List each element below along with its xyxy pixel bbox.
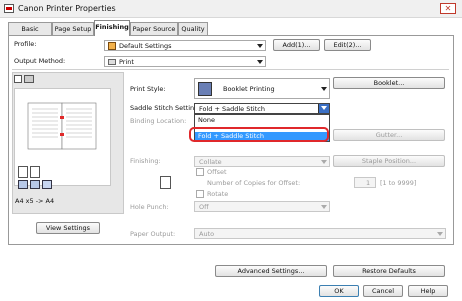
preview-caption: A4 x5 -> A4 [15, 197, 55, 205]
highlight-annotation [189, 127, 329, 142]
paper-output-value: Auto [199, 230, 215, 238]
chevron-down-icon [437, 232, 443, 236]
output-method-value: Print [119, 58, 134, 66]
booklet-icon [30, 180, 40, 189]
printer-icon [108, 59, 116, 65]
saddle-stitch-select[interactable]: Fold + Saddle Stitch [194, 103, 330, 114]
print-style-label: Print Style: [130, 85, 166, 93]
booklet-icon [18, 180, 28, 189]
hole-punch-value: Off [199, 203, 209, 211]
saddle-stitch-label: Saddle Stitch Setting: [130, 104, 201, 112]
advanced-settings-button[interactable]: Advanced Settings... [215, 265, 327, 277]
offset-icon [160, 176, 171, 189]
saddle-stitch-value: Fold + Saddle Stitch [199, 105, 265, 113]
staple-position-button[interactable]: Staple Position... [333, 155, 445, 167]
add-profile-button[interactable]: Add(1)... [273, 39, 320, 51]
output-method-label: Output Method: [14, 57, 66, 65]
chevron-down-icon [257, 60, 263, 64]
finishing-value: Collate [199, 158, 222, 166]
print-style-select[interactable]: Booklet Printing [194, 78, 330, 99]
profile-icon [108, 42, 116, 50]
restore-defaults-button[interactable]: Restore Defaults [333, 265, 445, 277]
offset-copies-label: Number of Copies for Offset: [207, 179, 301, 187]
view-settings-button[interactable]: View Settings [36, 222, 100, 234]
rotate-checkbox[interactable] [196, 190, 204, 198]
page-stack-icon [18, 166, 28, 178]
print-style-value: Booklet Printing [223, 85, 275, 93]
offset-copies-value: 1 [366, 179, 371, 187]
paper-output-label: Paper Output: [130, 230, 176, 238]
chevron-down-icon [257, 44, 263, 48]
gutter-button[interactable]: Gutter... [333, 129, 445, 141]
page-stack-icon [30, 166, 40, 178]
title-bar: Canon Printer Properties ✕ [0, 0, 462, 18]
edit-profile-button[interactable]: Edit(2)... [324, 39, 371, 51]
dropdown-option-none[interactable]: None [195, 116, 329, 125]
window-title: Canon Printer Properties [18, 4, 116, 13]
tab-finishing[interactable]: Finishing [94, 20, 130, 36]
offset-checkbox[interactable] [196, 168, 204, 176]
profile-value: Default Settings [119, 42, 172, 50]
close-button[interactable]: ✕ [440, 3, 456, 14]
chevron-down-icon [318, 104, 329, 113]
separator [12, 69, 449, 70]
paper-output-select[interactable]: Auto [194, 228, 446, 239]
hole-punch-select[interactable]: Off [194, 201, 330, 212]
rotate-label: Rotate [207, 190, 229, 198]
finishing-select[interactable]: Collate [194, 156, 330, 167]
profile-select[interactable]: Default Settings [104, 40, 266, 51]
tab-quality[interactable]: Quality [178, 22, 208, 35]
printer-app-icon [4, 4, 14, 13]
printer-preview-icon[interactable] [24, 75, 34, 83]
binding-location-label: Binding Location: [130, 117, 187, 125]
output-method-select[interactable]: Print [104, 56, 266, 67]
ok-button[interactable]: OK [319, 285, 359, 297]
chevron-down-icon [321, 87, 327, 91]
hole-punch-label: Hole Punch: [130, 203, 169, 211]
layout-preview-icon[interactable] [14, 75, 22, 83]
help-button[interactable]: Help [408, 285, 448, 297]
cancel-button[interactable]: Cancel [363, 285, 403, 297]
finishing-label: Finishing: [130, 157, 161, 165]
offset-copies-input[interactable]: 1 [354, 177, 376, 188]
tab-page-setup[interactable]: Page Setup [52, 22, 94, 35]
tab-basic-settings[interactable]: Basic Settings [8, 22, 52, 45]
booklet-button[interactable]: Booklet... [333, 77, 445, 89]
offset-copies-range: [1 to 9999] [380, 179, 417, 187]
tab-paper-source[interactable]: Paper Source [130, 22, 178, 35]
booklet-print-icon [198, 82, 212, 96]
booklet-preview [14, 88, 111, 186]
binding-icon [42, 180, 52, 189]
profile-label: Profile: [14, 40, 37, 48]
chevron-down-icon [321, 205, 327, 209]
chevron-down-icon [321, 160, 327, 164]
offset-label: Offset [207, 168, 227, 176]
